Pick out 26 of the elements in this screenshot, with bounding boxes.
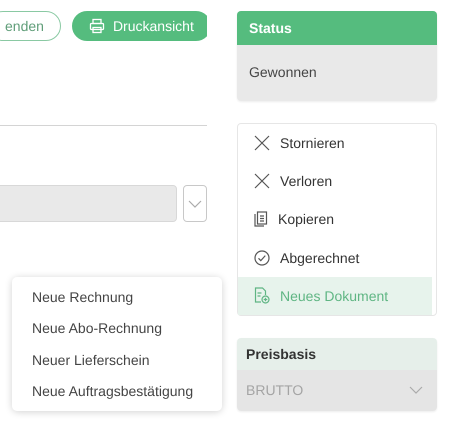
price-basis-title: Preisbasis bbox=[237, 338, 437, 370]
action-item[interactable]: Verloren bbox=[238, 162, 432, 200]
chevron-down-icon bbox=[188, 200, 202, 208]
close-icon bbox=[254, 173, 270, 190]
action-label: Abgerechnet bbox=[280, 250, 360, 266]
printer-icon bbox=[88, 18, 105, 34]
close-icon bbox=[254, 135, 270, 152]
action-item[interactable]: Abgerechnet bbox=[238, 238, 432, 277]
menu-item[interactable]: Neue Rechnung bbox=[12, 281, 222, 312]
action-item[interactable]: Kopieren bbox=[238, 200, 432, 239]
action-label: Stornieren bbox=[280, 135, 345, 152]
action-label: Verloren bbox=[280, 173, 332, 190]
menu-item[interactable]: Neuer Lieferschein bbox=[12, 344, 222, 376]
action-label: Kopieren bbox=[278, 211, 334, 228]
chevron-down-icon bbox=[409, 386, 423, 394]
menu-item[interactable]: Neue Abo-Rechnung bbox=[12, 312, 222, 344]
input-field[interactable] bbox=[0, 185, 177, 222]
action-label: Neues Dokument bbox=[280, 288, 388, 304]
menu-item[interactable]: Neue Auftragsbestätigung bbox=[12, 376, 222, 407]
status-value: Gewonnen bbox=[248, 63, 318, 80]
status-title: Status bbox=[237, 11, 437, 45]
action-item[interactable]: Stornieren bbox=[238, 124, 432, 162]
check-circle-icon bbox=[254, 250, 270, 266]
document-plus-icon bbox=[254, 287, 270, 304]
copy-icon bbox=[254, 211, 268, 228]
dropdown-button[interactable] bbox=[183, 185, 207, 222]
